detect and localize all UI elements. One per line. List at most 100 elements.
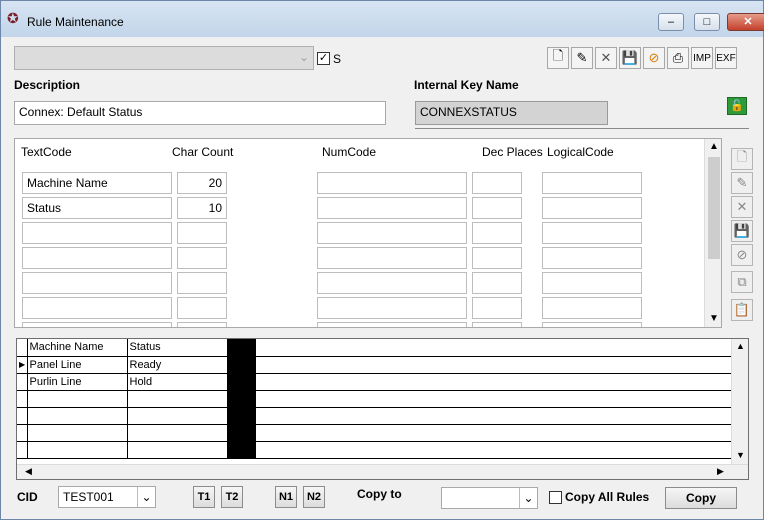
print-icon[interactable]: ⎙ bbox=[667, 47, 689, 69]
paste-field-icon[interactable]: 📋 bbox=[731, 299, 753, 321]
table-row[interactable] bbox=[17, 424, 731, 442]
table-row[interactable]: ▶ Panel Line Ready bbox=[17, 356, 731, 374]
decplaces-field[interactable] bbox=[472, 322, 522, 327]
logicalcode-field[interactable] bbox=[542, 197, 642, 219]
copy-field-icon[interactable]: ⧉ bbox=[731, 271, 753, 293]
textcode-field[interactable] bbox=[22, 222, 172, 244]
unlock-icon[interactable]: 🔓 bbox=[727, 97, 747, 115]
copy-button[interactable]: Copy bbox=[665, 487, 737, 509]
grid-cell[interactable]: Ready bbox=[127, 356, 228, 374]
charcount-field[interactable] bbox=[177, 297, 227, 319]
textcode-field[interactable] bbox=[22, 297, 172, 319]
scroll-thumb[interactable] bbox=[708, 157, 720, 259]
scroll-down-icon[interactable]: ▼ bbox=[736, 450, 745, 460]
table-row[interactable]: Purlin Line Hold bbox=[17, 373, 731, 391]
numcode-field[interactable] bbox=[317, 197, 467, 219]
delete-icon[interactable]: ✕ bbox=[595, 47, 617, 69]
charcount-field[interactable]: 10 bbox=[177, 197, 227, 219]
values-grid: Machine Name Status ▶ Panel Line Ready P… bbox=[16, 338, 749, 480]
chevron-down-icon[interactable]: ⌄ bbox=[137, 487, 155, 507]
rule-maintenance-window: ✪ Rule Maintenance – □ ✕ ⌄ ✓ S 🗋 ✎ ✕ 💾 ⊘… bbox=[0, 0, 764, 520]
table-row[interactable] bbox=[17, 407, 731, 425]
charcount-field[interactable] bbox=[177, 322, 227, 327]
logicalcode-field[interactable] bbox=[542, 272, 642, 294]
logicalcode-header: LogicalCode bbox=[547, 145, 614, 159]
charcount-field[interactable] bbox=[177, 247, 227, 269]
logicalcode-field[interactable] bbox=[542, 322, 642, 327]
logicalcode-field[interactable] bbox=[542, 172, 642, 194]
textcode-field[interactable] bbox=[22, 272, 172, 294]
decplaces-field[interactable] bbox=[472, 172, 522, 194]
n1-button[interactable]: N1 bbox=[275, 486, 297, 508]
cid-label: CID bbox=[17, 490, 38, 504]
numcode-field[interactable] bbox=[317, 222, 467, 244]
cid-dropdown[interactable]: TEST001 ⌄ bbox=[58, 486, 156, 508]
textcode-field[interactable] bbox=[22, 247, 172, 269]
grid-header-machine-name: Machine Name bbox=[27, 339, 128, 357]
copy-all-rules-checkbox[interactable] bbox=[549, 491, 562, 504]
delete-field-icon[interactable]: ✕ bbox=[731, 196, 753, 218]
chevron-down-icon[interactable]: ⌄ bbox=[519, 488, 537, 508]
charcount-field[interactable] bbox=[177, 222, 227, 244]
maximize-button[interactable]: □ bbox=[694, 13, 720, 31]
app-star-icon: ✪ bbox=[7, 10, 19, 26]
grid-hscrollbar[interactable]: ◀ ▶ bbox=[17, 464, 748, 479]
charcount-field[interactable]: 20 bbox=[177, 172, 227, 194]
logicalcode-field[interactable] bbox=[542, 222, 642, 244]
save-field-icon[interactable]: 💾 bbox=[731, 220, 753, 242]
edit-field-icon[interactable]: ✎ bbox=[731, 172, 753, 194]
t2-button[interactable]: T2 bbox=[221, 486, 243, 508]
save-icon[interactable]: 💾 bbox=[619, 47, 641, 69]
numcode-header: NumCode bbox=[322, 145, 377, 159]
import-button[interactable]: IMP bbox=[691, 47, 713, 69]
numcode-field[interactable] bbox=[317, 322, 467, 327]
cancel-icon[interactable]: ⊘ bbox=[643, 47, 665, 69]
scroll-up-icon[interactable]: ▲ bbox=[709, 141, 719, 152]
copy-all-rules-label: Copy All Rules bbox=[565, 490, 650, 504]
grid-header-status: Status bbox=[127, 339, 228, 357]
scroll-right-icon[interactable]: ▶ bbox=[717, 466, 724, 477]
numcode-field[interactable] bbox=[317, 272, 467, 294]
fields-scrollbar[interactable]: ▲ ▼ bbox=[704, 139, 721, 327]
grid-cell[interactable]: Purlin Line bbox=[27, 373, 128, 391]
add-field-icon[interactable]: 🗋 bbox=[731, 148, 753, 170]
description-input[interactable]: Connex: Default Status bbox=[14, 101, 386, 125]
grid-cell[interactable]: Hold bbox=[127, 373, 228, 391]
grid-vscrollbar[interactable]: ▲ ▼ bbox=[731, 339, 748, 464]
textcode-field[interactable]: Machine Name bbox=[22, 172, 172, 194]
numcode-field[interactable] bbox=[317, 297, 467, 319]
edit-icon[interactable]: ✎ bbox=[571, 47, 593, 69]
logicalcode-field[interactable] bbox=[542, 247, 642, 269]
decplaces-field[interactable] bbox=[472, 272, 522, 294]
textcode-field[interactable] bbox=[22, 322, 172, 327]
numcode-field[interactable] bbox=[317, 247, 467, 269]
export-button[interactable]: EXF bbox=[715, 47, 737, 69]
scroll-up-icon[interactable]: ▲ bbox=[736, 341, 745, 351]
decplaces-field[interactable] bbox=[472, 197, 522, 219]
table-row[interactable] bbox=[17, 390, 731, 408]
rule-select-dropdown[interactable]: ⌄ bbox=[14, 46, 314, 70]
t1-button[interactable]: T1 bbox=[193, 486, 215, 508]
minimize-button[interactable]: – bbox=[658, 13, 684, 31]
charcount-field[interactable] bbox=[177, 272, 227, 294]
table-row[interactable] bbox=[17, 441, 731, 459]
decplaces-field[interactable] bbox=[472, 297, 522, 319]
numcode-field[interactable] bbox=[317, 172, 467, 194]
grid-cell[interactable]: Panel Line bbox=[27, 356, 128, 374]
internal-key-input: CONNEXSTATUS bbox=[415, 101, 608, 125]
decplaces-field[interactable] bbox=[472, 247, 522, 269]
close-button[interactable]: ✕ bbox=[727, 13, 764, 31]
charcount-header: Char Count bbox=[172, 145, 234, 159]
new-record-icon[interactable]: 🗋 bbox=[547, 47, 569, 69]
scroll-down-icon[interactable]: ▼ bbox=[709, 313, 719, 324]
copy-to-dropdown[interactable]: ⌄ bbox=[441, 487, 538, 509]
logicalcode-field[interactable] bbox=[542, 297, 642, 319]
cancel-field-icon[interactable]: ⊘ bbox=[731, 244, 753, 266]
scroll-left-icon[interactable]: ◀ bbox=[25, 466, 32, 477]
n2-button[interactable]: N2 bbox=[303, 486, 325, 508]
textcode-field[interactable]: Status bbox=[22, 197, 172, 219]
s-checkbox[interactable]: ✓ bbox=[317, 52, 330, 65]
internal-key-label: Internal Key Name bbox=[414, 78, 519, 92]
textcode-header: TextCode bbox=[21, 145, 72, 159]
decplaces-field[interactable] bbox=[472, 222, 522, 244]
